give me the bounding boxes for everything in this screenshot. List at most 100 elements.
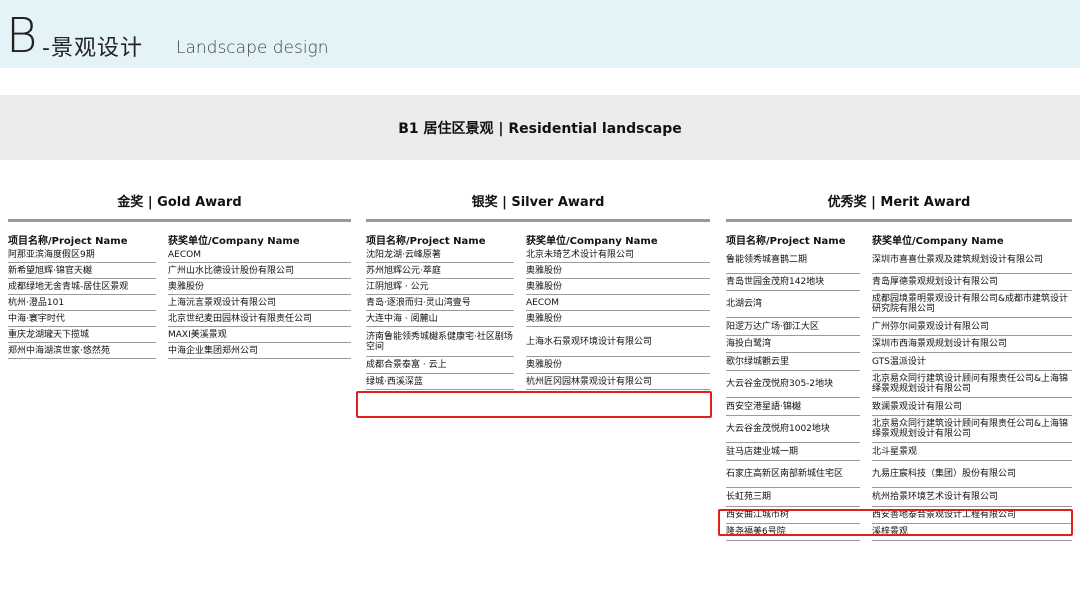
company-name-cell: 杭州拾景环境艺术设计有限公司 xyxy=(872,488,1072,507)
table-row: 中海·寰宇时代 北京世纪麦田园林设计有限责任公司 xyxy=(8,311,351,327)
company-name-cell: 奥雅股份 xyxy=(526,311,710,327)
company-header: 获奖单位/Company Name xyxy=(168,235,300,247)
table-row: 大云谷金茂悦府1002地块 北京易众同行建筑设计顾问有限责任公司&上海锦绎景观规划… xyxy=(726,416,1072,443)
table-row: 新希望旭辉·锦官天樾 广州山水比德设计股份有限公司 xyxy=(8,263,351,279)
highlight-box-merit xyxy=(718,509,1073,536)
project-name-cell: 苏州旭辉公元·萃庭 xyxy=(366,263,514,279)
table-row: 青岛·逐浪而归·灵山湾壹号 AECOM xyxy=(366,295,710,311)
table-row: 大云谷金茂悦府305-2地块 北京易众同行建筑设计顾问有限责任公司&上海锦绎景观规… xyxy=(726,371,1072,398)
table-row: 长虹苑三期 杭州拾景环境艺术设计有限公司 xyxy=(726,488,1072,507)
company-header: 获奖单位/Company Name xyxy=(526,235,658,247)
company-name-cell: 北京易众同行建筑设计顾问有限责任公司&上海锦绎景观规划设计有限公司 xyxy=(872,371,1072,398)
project-name-cell: 成都绿地无舍青城-居住区景观 xyxy=(8,279,156,295)
company-name-cell: MAXI美溪景观 xyxy=(168,327,351,343)
company-name-cell: 深圳市西海景观规划设计有限公司 xyxy=(872,336,1072,353)
award-rows: 沈阳龙湖·云峰原著 北京未琦艺术设计有限公司 苏州旭辉公元·萃庭 奥雅股份 江阴旭辉 ·… xyxy=(366,247,710,390)
table-row: 沈阳龙湖·云峰原著 北京未琦艺术设计有限公司 xyxy=(366,247,710,263)
project-name-cell: 北湖云湾 xyxy=(726,291,860,318)
table-row: 鲁能领秀城喜鹊二期 深圳市喜喜仕景观及建筑规划设计有限公司 xyxy=(726,247,1072,274)
company-name-cell: 九易庄宸科技（集团）股份有限公司 xyxy=(872,461,1072,488)
project-name-cell: 郑州中海湖滨世家·悠然苑 xyxy=(8,343,156,359)
project-name-cell: 阿那亚滨海度假区9期 xyxy=(8,247,156,263)
table-row: 济南鲁能领秀城樾系健康宅·社区剧场空间 上海水石景观环境设计有限公司 xyxy=(366,327,710,357)
table-row: 绿城·西溪深蓝 杭州匠冈园林景观设计有限公司 xyxy=(366,374,710,390)
company-name-cell: 深圳市喜喜仕景观及建筑规划设计有限公司 xyxy=(872,247,1072,274)
project-name-cell: 鲁能领秀城喜鹊二期 xyxy=(726,247,860,274)
project-name-cell: 成都合景泰富 · 云上 xyxy=(366,357,514,374)
award-rows: 鲁能领秀城喜鹊二期 深圳市喜喜仕景观及建筑规划设计有限公司 青岛世园金茂府142地块… xyxy=(726,247,1072,541)
table-row: 海投白鹭湾 深圳市西海景观规划设计有限公司 xyxy=(726,336,1072,353)
project-name-cell: 歌尔绿城觀云里 xyxy=(726,353,860,371)
company-name-cell: 北斗星景观 xyxy=(872,443,1072,461)
column-title: 金奖 | Gold Award xyxy=(117,195,242,210)
table-row: 成都绿地无舍青城-居住区景观 奥雅股份 xyxy=(8,279,351,295)
table-row: 北湖云湾 成都园境景明景观设计有限公司&成都市建筑设计研究院有限公司 xyxy=(726,291,1072,318)
column-rule xyxy=(8,219,351,222)
project-header: 项目名称/Project Name xyxy=(726,235,846,247)
column-rule xyxy=(726,219,1072,222)
company-name-cell: 广州山水比德设计股份有限公司 xyxy=(168,263,351,279)
award-rows: 阿那亚滨海度假区9期 AECOM 新希望旭辉·锦官天樾 广州山水比德设计股份有限公司成… xyxy=(8,247,351,359)
company-name-cell: 北京未琦艺术设计有限公司 xyxy=(526,247,710,263)
company-name-cell: 杭州匠冈园林景观设计有限公司 xyxy=(526,374,710,390)
table-row: 江阴旭辉 · 公元 奥雅股份 xyxy=(366,279,710,295)
company-name-cell: 中海企业集团郑州公司 xyxy=(168,343,351,359)
project-name-cell: 青岛世园金茂府142地块 xyxy=(726,274,860,291)
company-name-cell: 上海水石景观环境设计有限公司 xyxy=(526,327,710,357)
column-title: 银奖 | Silver Award xyxy=(471,195,605,210)
company-name-cell: 青岛厚德景观规划设计有限公司 xyxy=(872,274,1072,291)
project-name-cell: 石家庄高新区南部新城住宅区 xyxy=(726,461,860,488)
table-row: 大连中海 · 阅麓山 奥雅股份 xyxy=(366,311,710,327)
project-name-cell: 杭州·澄品101 xyxy=(8,295,156,311)
project-name-cell: 海投白鹭湾 xyxy=(726,336,860,353)
table-row: 阿那亚滨海度假区9期 AECOM xyxy=(8,247,351,263)
company-header: 获奖单位/Company Name xyxy=(872,235,1004,247)
company-name-cell: 广州弥尔间景观设计有限公司 xyxy=(872,318,1072,336)
category-title: B1 居住区景观 | Residential landscape xyxy=(398,121,682,137)
table-row: 苏州旭辉公元·萃庭 奥雅股份 xyxy=(366,263,710,279)
project-name-cell: 青岛·逐浪而归·灵山湾壹号 xyxy=(366,295,514,311)
company-name-cell: 奥雅股份 xyxy=(526,263,710,279)
project-name-cell: 中海·寰宇时代 xyxy=(8,311,156,327)
category-bar: B1 居住区景观 | Residential landscape xyxy=(0,95,1080,160)
table-row: 成都合景泰富 · 云上 奥雅股份 xyxy=(366,357,710,374)
project-name-cell: 大云谷金茂悦府1002地块 xyxy=(726,416,860,443)
table-row: 阳逻万达广场·御江大区 广州弥尔间景观设计有限公司 xyxy=(726,318,1072,336)
table-header: 项目名称/Project Name 获奖单位/Company Name xyxy=(366,231,710,247)
company-name-cell: AECOM xyxy=(168,247,351,263)
column-title: 优秀奖 | Merit Award xyxy=(827,195,971,210)
company-name-cell: 上海沅言景观设计有限公司 xyxy=(168,295,351,311)
project-name-cell: 新希望旭辉·锦官天樾 xyxy=(8,263,156,279)
project-name-cell: 西安空港星語·锦樾 xyxy=(726,398,860,416)
project-header: 项目名称/Project Name xyxy=(8,235,128,247)
project-name-cell: 长虹苑三期 xyxy=(726,488,860,507)
section-title-zh: -景观设计 xyxy=(42,36,143,61)
gold-award-column: 金奖 | Gold Award 项目名称/Project Name 获奖单位/C… xyxy=(8,194,351,359)
table-row: 杭州·澄品101 上海沅言景观设计有限公司 xyxy=(8,295,351,311)
project-name-cell: 绿城·西溪深蓝 xyxy=(366,374,514,390)
project-name-cell: 济南鲁能领秀城樾系健康宅·社区剧场空间 xyxy=(366,327,514,357)
merit-award-column: 优秀奖 | Merit Award 项目名称/Project Name 获奖单位… xyxy=(726,194,1072,541)
company-name-cell: 奥雅股份 xyxy=(168,279,351,295)
company-name-cell: GTS温派设计 xyxy=(872,353,1072,371)
company-name-cell: 成都园境景明景观设计有限公司&成都市建筑设计研究院有限公司 xyxy=(872,291,1072,318)
silver-award-column: 银奖 | Silver Award 项目名称/Project Name 获奖单位… xyxy=(366,194,710,390)
company-name-cell: 致澜景观设计有限公司 xyxy=(872,398,1072,416)
project-name-cell: 大连中海 · 阅麓山 xyxy=(366,311,514,327)
section-title-en: Landscape design xyxy=(176,38,329,58)
table-row: 青岛世园金茂府142地块 青岛厚德景观规划设计有限公司 xyxy=(726,274,1072,291)
table-header: 项目名称/Project Name 获奖单位/Company Name xyxy=(726,231,1072,247)
company-name-cell: 奥雅股份 xyxy=(526,279,710,295)
project-name-cell: 阳逻万达广场·御江大区 xyxy=(726,318,860,336)
section-letter: B xyxy=(6,8,38,64)
column-rule xyxy=(366,219,710,222)
section-banner: B -景观设计 Landscape design xyxy=(0,0,1080,68)
project-name-cell: 江阴旭辉 · 公元 xyxy=(366,279,514,295)
project-header: 项目名称/Project Name xyxy=(366,235,486,247)
company-name-cell: 奥雅股份 xyxy=(526,357,710,374)
table-row: 郑州中海湖滨世家·悠然苑 中海企业集团郑州公司 xyxy=(8,343,351,359)
project-name-cell: 大云谷金茂悦府305-2地块 xyxy=(726,371,860,398)
project-name-cell: 沈阳龙湖·云峰原著 xyxy=(366,247,514,263)
table-row: 歌尔绿城觀云里 GTS温派设计 xyxy=(726,353,1072,371)
table-row: 西安空港星語·锦樾 致澜景观设计有限公司 xyxy=(726,398,1072,416)
